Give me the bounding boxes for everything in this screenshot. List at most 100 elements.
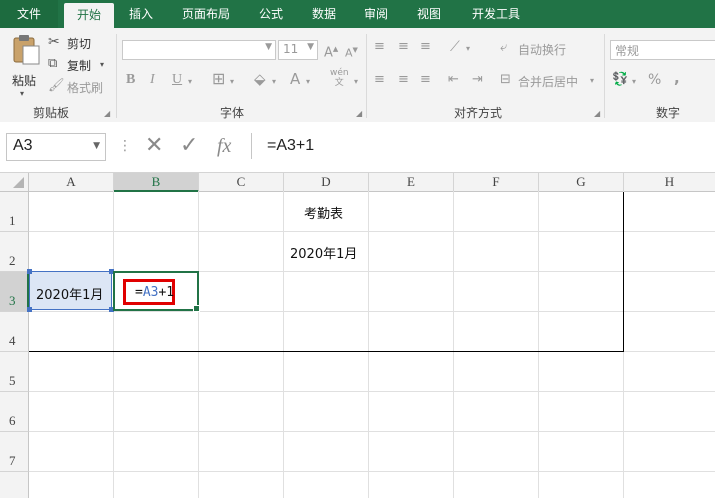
italic-button[interactable]: I bbox=[150, 72, 155, 88]
align-middle-icon[interactable]: ≡ bbox=[398, 39, 409, 55]
font-launcher-icon[interactable]: ◢ bbox=[356, 109, 362, 118]
font-size-dropdown[interactable]: 11 ▼ bbox=[278, 40, 318, 60]
tab-data[interactable]: 数据 bbox=[301, 0, 347, 28]
align-bottom-icon[interactable]: ≡ bbox=[420, 39, 431, 55]
name-box[interactable]: A3 ▼ bbox=[6, 133, 106, 161]
row-header[interactable]: 6 bbox=[0, 392, 29, 432]
formula-remainder: +1 bbox=[158, 285, 175, 300]
reference-handle[interactable] bbox=[27, 307, 32, 312]
row-header[interactable]: 7 bbox=[0, 432, 29, 472]
underline-button[interactable]: U bbox=[172, 72, 182, 88]
wrap-text-button[interactable]: ⤶ 自动换行 bbox=[500, 40, 576, 58]
reference-handle[interactable] bbox=[27, 269, 32, 274]
align-top-icon[interactable]: ≡ bbox=[374, 39, 385, 55]
row-header[interactable]: 5 bbox=[0, 352, 29, 392]
column-header-selected[interactable]: B bbox=[114, 173, 199, 192]
worksheet-grid: A B C D E F G H 1 2 3 4 5 6 7 考勤表 2020年1… bbox=[0, 172, 715, 498]
increase-indent-icon[interactable]: ⇥ bbox=[472, 72, 483, 88]
decrease-indent-icon[interactable]: ⇤ bbox=[448, 72, 459, 88]
format-painter-button[interactable]: 🖌 格式刷 bbox=[48, 78, 110, 96]
format-painter-icon: 🖌 bbox=[48, 78, 65, 93]
align-left-icon[interactable]: ≡ bbox=[374, 72, 385, 88]
align-center-icon[interactable]: ≡ bbox=[398, 72, 409, 88]
bold-button[interactable]: B bbox=[126, 72, 135, 88]
tab-page-layout[interactable]: 页面布局 bbox=[170, 0, 242, 28]
tab-insert[interactable]: 插入 bbox=[118, 0, 164, 28]
gridline bbox=[29, 391, 715, 392]
borders-icon[interactable]: ⊞ bbox=[212, 71, 225, 87]
percent-button[interactable]: % bbox=[648, 72, 661, 88]
select-all-corner[interactable] bbox=[0, 173, 29, 192]
select-all-triangle-icon bbox=[13, 177, 24, 188]
currency-icon[interactable]: 💱 bbox=[612, 72, 628, 88]
clipboard-launcher-icon[interactable]: ◢ bbox=[104, 109, 110, 118]
fill-color-icon[interactable]: ⬙ bbox=[254, 71, 266, 87]
column-header[interactable]: A bbox=[29, 173, 114, 192]
column-header[interactable]: E bbox=[369, 173, 454, 192]
font-name-dropdown[interactable]: ▼ bbox=[122, 40, 276, 60]
tab-home[interactable]: 开始 bbox=[64, 3, 114, 28]
column-header[interactable]: F bbox=[454, 173, 539, 192]
orientation-icon[interactable]: ⟋ bbox=[450, 39, 460, 55]
enter-icon[interactable]: ✓ bbox=[180, 132, 198, 160]
copy-button[interactable]: ⧉ 复制 ▾ bbox=[48, 56, 110, 74]
group-divider bbox=[604, 34, 605, 118]
alignment-launcher-icon[interactable]: ◢ bbox=[594, 109, 600, 118]
column-header[interactable]: D bbox=[284, 173, 369, 192]
fill-color-dropdown-icon[interactable]: ▾ bbox=[272, 74, 276, 90]
comma-style-button[interactable]: , bbox=[674, 70, 680, 86]
more-options-icon[interactable]: ⋮ bbox=[118, 132, 132, 160]
phonetic-icon[interactable]: wén 文 bbox=[330, 68, 349, 88]
merge-dropdown-icon: ▾ bbox=[590, 76, 595, 85]
cell-a3-value: 2020年1月 bbox=[36, 288, 104, 303]
row-header[interactable]: 1 bbox=[0, 192, 29, 232]
currency-dropdown-icon[interactable]: ▾ bbox=[632, 74, 636, 90]
cancel-icon[interactable]: ✕ bbox=[145, 132, 163, 160]
wrap-text-label: 自动换行 bbox=[518, 43, 567, 57]
ribbon-tab-bar: 文件 开始 插入 页面布局 公式 数据 审阅 视图 开发工具 bbox=[0, 0, 715, 28]
cell-d2-month[interactable]: 2020年1月 bbox=[290, 243, 357, 262]
chevron-down-icon: ▼ bbox=[93, 141, 100, 151]
row-header-selected[interactable]: 3 bbox=[0, 272, 29, 312]
cut-button[interactable]: ✂ 剪切 bbox=[48, 34, 108, 52]
orientation-dropdown-icon[interactable]: ▾ bbox=[466, 41, 470, 57]
align-right-icon[interactable]: ≡ bbox=[420, 72, 431, 88]
scissors-icon: ✂ bbox=[48, 34, 60, 50]
formula-input[interactable]: =A3+1 bbox=[251, 133, 715, 159]
wrap-text-icon: ⤶ bbox=[500, 40, 508, 55]
row-header[interactable]: 2 bbox=[0, 232, 29, 272]
underline-dropdown-icon[interactable]: ▾ bbox=[188, 74, 192, 90]
name-box-value: A3 bbox=[13, 137, 33, 154]
number-format-dropdown[interactable]: 常规 bbox=[610, 40, 715, 60]
row-number: 7 bbox=[9, 453, 16, 468]
column-header[interactable]: H bbox=[624, 173, 715, 192]
tab-view[interactable]: 视图 bbox=[406, 0, 452, 28]
paste-button[interactable]: 粘贴 ▾ bbox=[8, 34, 44, 98]
cell-d1-title[interactable]: 考勤表 bbox=[304, 203, 343, 222]
formula-bar: A3 ▼ ⋮ ✕ ✓ fx =A3+1 bbox=[0, 122, 715, 168]
borders-dropdown-icon[interactable]: ▾ bbox=[230, 74, 234, 90]
cell-b3-formula[interactable]: =A3+1 bbox=[135, 285, 174, 300]
row-header[interactable]: 4 bbox=[0, 312, 29, 352]
increase-font-icon[interactable]: A▲ bbox=[324, 41, 338, 61]
column-header[interactable]: G bbox=[539, 173, 624, 192]
phonetic-dropdown-icon[interactable]: ▾ bbox=[354, 74, 358, 90]
decrease-font-icon[interactable]: A▼ bbox=[345, 42, 358, 62]
number-format-value: 常规 bbox=[615, 44, 640, 58]
insert-function-button[interactable]: fx bbox=[217, 132, 231, 160]
fill-handle[interactable] bbox=[193, 305, 200, 312]
merge-center-button[interactable]: ⊟ 合并后居中 ▾ bbox=[500, 72, 600, 90]
tab-formulas[interactable]: 公式 bbox=[248, 0, 294, 28]
tab-developer[interactable]: 开发工具 bbox=[462, 0, 530, 28]
font-color-dropdown-icon[interactable]: ▾ bbox=[306, 74, 310, 90]
column-header[interactable]: C bbox=[199, 173, 284, 192]
cut-label: 剪切 bbox=[67, 37, 92, 51]
font-color-icon[interactable]: A bbox=[290, 71, 300, 87]
tab-review[interactable]: 审阅 bbox=[353, 0, 399, 28]
cell-a3[interactable]: 2020年1月 bbox=[27, 269, 114, 312]
row-number: 3 bbox=[9, 293, 16, 308]
formula-reference: A3 bbox=[142, 285, 159, 300]
paste-icon bbox=[13, 35, 40, 65]
format-painter-label: 格式刷 bbox=[67, 81, 104, 95]
tab-file[interactable]: 文件 bbox=[0, 0, 58, 28]
